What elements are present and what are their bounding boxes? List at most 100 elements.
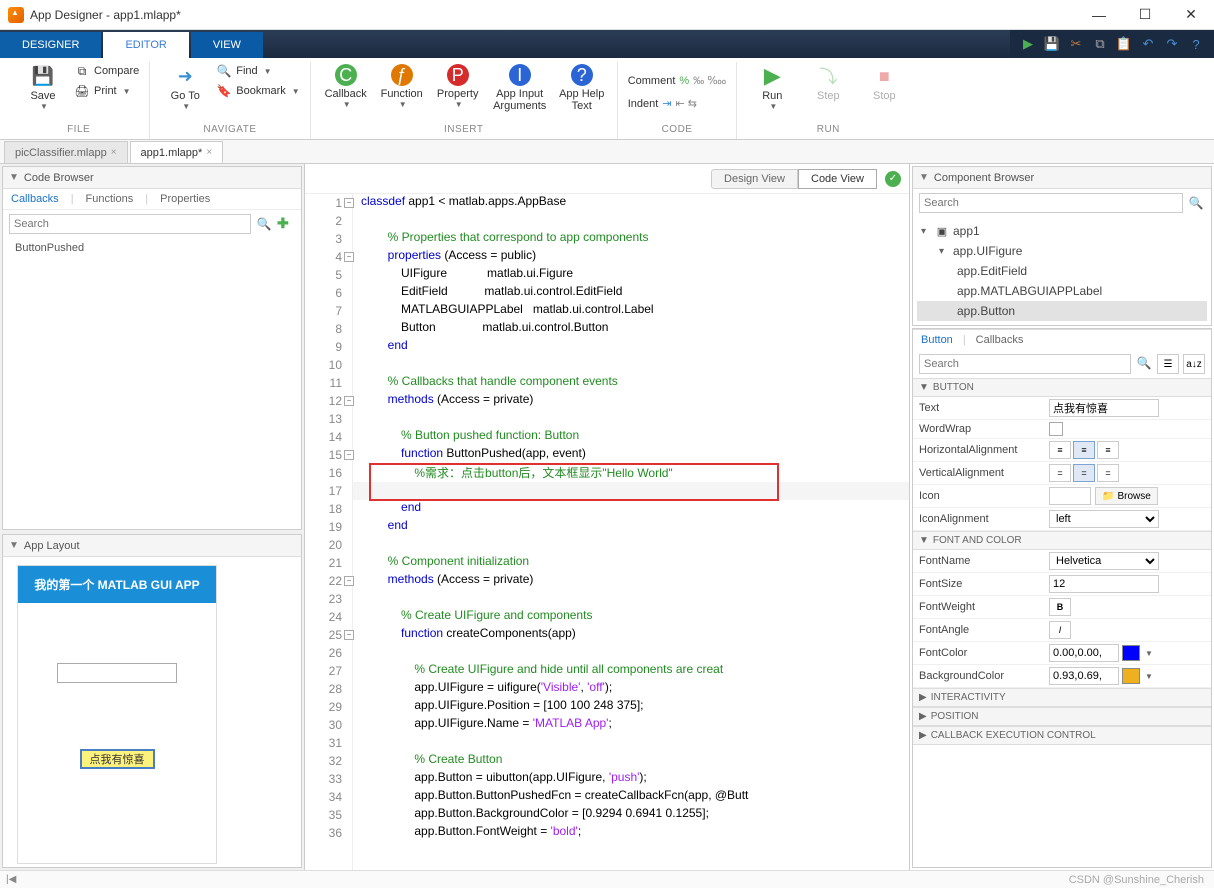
function-button[interactable]: ƒFunction▼	[375, 62, 429, 122]
search-icon[interactable]: 🔍	[1135, 354, 1153, 372]
close-icon[interactable]: ×	[111, 147, 117, 158]
halign-buttons[interactable]: ≡≡≡	[1049, 441, 1205, 459]
collapse-icon[interactable]: ▼	[9, 540, 19, 551]
bgcolor-swatch[interactable]	[1122, 668, 1140, 684]
prop-wordwrap[interactable]	[1049, 422, 1063, 436]
line-gutter: 1−234−56789101112−131415−16171819202122−…	[305, 194, 353, 870]
check-icon: ✓	[885, 171, 901, 187]
dropdown-icon[interactable]: ▼	[1145, 649, 1153, 658]
maximize-button[interactable]: ☐	[1122, 0, 1168, 30]
copy-icon[interactable]: ⧉	[1092, 36, 1108, 52]
indent-button[interactable]: Indent ⇥ ⇤ ⇆	[626, 96, 729, 111]
paste-icon[interactable]: 📋	[1116, 36, 1132, 52]
code-editor[interactable]: 1−234−56789101112−131415−16171819202122−…	[305, 194, 909, 870]
apphelp-icon: ?	[571, 64, 593, 86]
undo-icon[interactable]: ↶	[1140, 36, 1156, 52]
code-area[interactable]: classdef app1 < matlab.apps.AppBase % Pr…	[353, 194, 909, 870]
bookmark-button[interactable]: 🔖Bookmark▼	[214, 82, 301, 100]
comment-button[interactable]: Comment % ‰ ‱	[626, 73, 729, 88]
component-browser-panel: ▼Component Browser 🔍 ▾▣app1 ▾app.UIFigur…	[912, 166, 1212, 326]
prop-bgcolor[interactable]	[1049, 667, 1119, 685]
tree-node-uifigure[interactable]: ▾app.UIFigure	[917, 241, 1207, 261]
close-button[interactable]: ✕	[1168, 0, 1214, 30]
section-font[interactable]: ▼FONT AND COLOR	[913, 531, 1211, 550]
tree-node-editfield[interactable]: app.EditField	[917, 261, 1207, 281]
prop-fontname[interactable]: Helvetica	[1049, 552, 1159, 570]
inspector-search[interactable]	[919, 354, 1131, 374]
app-icon: ▣	[935, 224, 949, 238]
prop-icon[interactable]	[1049, 487, 1091, 505]
callback-button[interactable]: CCallback▼	[319, 62, 373, 122]
run-icon[interactable]: ▶	[1020, 36, 1036, 52]
cut-icon[interactable]: ✂	[1068, 36, 1084, 52]
apphelp-button[interactable]: ?App Help Text	[555, 62, 609, 122]
redo-icon[interactable]: ↷	[1164, 36, 1180, 52]
cb-tab-callbacks[interactable]: Callbacks	[11, 193, 59, 205]
help-icon[interactable]: ?	[1188, 36, 1204, 52]
tab-designer[interactable]: DESIGNER	[0, 32, 101, 58]
prop-fontcolor[interactable]	[1049, 644, 1119, 662]
code-view-button[interactable]: Code View	[798, 169, 877, 189]
tree-node-app[interactable]: ▾▣app1	[917, 221, 1207, 241]
print-button[interactable]: 🖨Print▼	[72, 82, 141, 100]
component-search[interactable]	[919, 193, 1183, 213]
find-button[interactable]: 🔍Find▼	[214, 62, 301, 80]
section-callback-exec[interactable]: ▶CALLBACK EXECUTION CONTROL	[913, 726, 1211, 745]
scroll-left-icon[interactable]: |◀	[6, 874, 16, 885]
step-button[interactable]: ⤵Step	[801, 62, 855, 122]
close-icon[interactable]: ×	[206, 147, 212, 158]
prop-fontsize[interactable]	[1049, 575, 1159, 593]
mock-app-preview[interactable]: 我的第一个 MATLAB GUI APP 点我有惊喜	[17, 565, 217, 864]
code-browser-search[interactable]	[9, 214, 251, 234]
mock-editfield	[57, 663, 177, 683]
save-icon[interactable]: 💾	[1044, 36, 1060, 52]
prop-text[interactable]	[1049, 399, 1159, 417]
design-view-button[interactable]: Design View	[711, 169, 798, 189]
compare-button[interactable]: ⧉Compare	[72, 62, 141, 80]
search-icon[interactable]: 🔍	[255, 215, 273, 233]
tree-node-button[interactable]: app.Button	[917, 301, 1207, 321]
file-tab-app1[interactable]: app1.mlapp*×	[130, 141, 224, 163]
section-interactivity[interactable]: ▶INTERACTIVITY	[913, 688, 1211, 707]
tab-view[interactable]: VIEW	[191, 32, 263, 58]
add-callback-button[interactable]: ✚	[277, 215, 295, 233]
section-button[interactable]: ▼BUTTON	[913, 378, 1211, 397]
group-view-button[interactable]: ☰	[1157, 354, 1179, 374]
collapse-icon[interactable]: ▼	[919, 172, 929, 183]
cb-tab-functions[interactable]: Functions	[86, 193, 134, 205]
goto-button[interactable]: ➜Go To▼	[158, 62, 212, 122]
cb-tab-properties[interactable]: Properties	[160, 193, 210, 205]
dropdown-icon[interactable]: ▼	[1145, 672, 1153, 681]
file-tabs: picClassifier.mlapp× app1.mlapp*×	[0, 140, 1214, 164]
appinput-icon: I	[509, 64, 531, 86]
ribbon: 💾Save▼ ⧉Compare 🖨Print▼ FILE ➜Go To▼ 🔍Fi…	[0, 58, 1214, 140]
sort-button[interactable]: a↓z	[1183, 354, 1205, 374]
prop-fontangle[interactable]: I	[1049, 621, 1071, 639]
prop-iconalign[interactable]: left	[1049, 510, 1159, 528]
property-button[interactable]: PProperty▼	[431, 62, 485, 122]
component-tree: ▾▣app1 ▾app.UIFigure app.EditField app.M…	[913, 217, 1211, 325]
main-area: ▼Code Browser Callbacks| Functions| Prop…	[0, 164, 1214, 870]
search-icon[interactable]: 🔍	[1187, 194, 1205, 212]
browse-button[interactable]: 📁Browse	[1095, 487, 1158, 505]
section-position[interactable]: ▶POSITION	[913, 707, 1211, 726]
prop-fontweight[interactable]: B	[1049, 598, 1071, 616]
highlight-box	[369, 463, 779, 501]
app-layout-canvas: 我的第一个 MATLAB GUI APP 点我有惊喜	[3, 557, 301, 867]
appinput-button[interactable]: IApp Input Arguments	[487, 62, 553, 122]
folder-icon: 📁	[1102, 491, 1114, 502]
save-button[interactable]: 💾Save▼	[16, 62, 70, 122]
fontcolor-swatch[interactable]	[1122, 645, 1140, 661]
stop-button[interactable]: ■Stop	[857, 62, 911, 122]
run-button[interactable]: ▶Run▼	[745, 62, 799, 122]
callback-list-item[interactable]: ButtonPushed	[3, 238, 301, 258]
minimize-button[interactable]: —	[1076, 0, 1122, 30]
inspector-tab-callbacks[interactable]: Callbacks	[976, 334, 1024, 346]
collapse-icon[interactable]: ▼	[9, 172, 19, 183]
inspector-panel: Button| Callbacks 🔍 ☰ a↓z ▼BUTTON Text W…	[912, 328, 1212, 868]
inspector-tab-button[interactable]: Button	[921, 334, 953, 346]
tree-node-label[interactable]: app.MATLABGUIAPPLabel	[917, 281, 1207, 301]
file-tab-picclassifier[interactable]: picClassifier.mlapp×	[4, 141, 128, 163]
valign-buttons[interactable]: ===	[1049, 464, 1205, 482]
tab-editor[interactable]: EDITOR	[103, 32, 188, 58]
